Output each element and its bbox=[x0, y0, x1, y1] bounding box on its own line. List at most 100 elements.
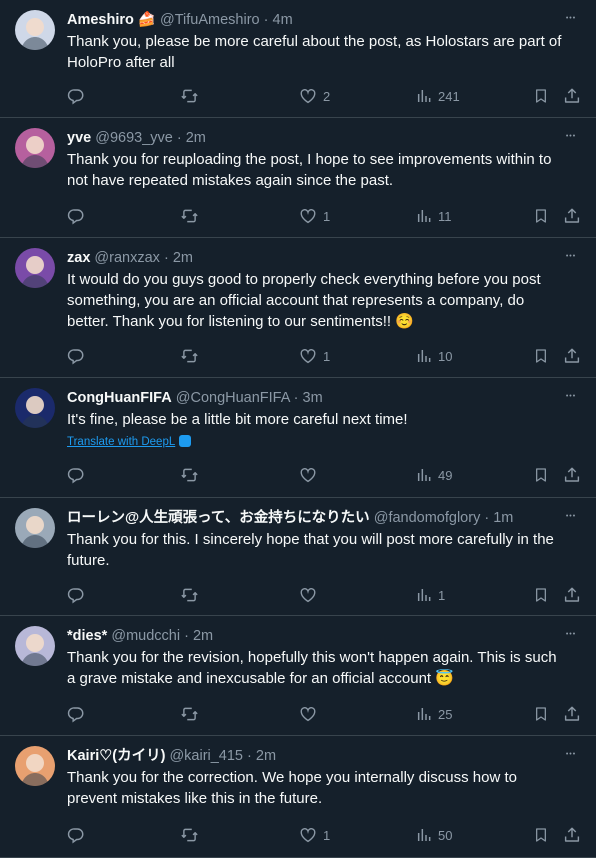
user-handle[interactable]: @CongHuanFIFA bbox=[176, 390, 290, 406]
bookmark-button[interactable] bbox=[533, 704, 549, 724]
bookmark-button[interactable] bbox=[533, 465, 549, 485]
avatar[interactable] bbox=[15, 10, 55, 50]
timestamp[interactable]: 2m bbox=[256, 748, 276, 764]
more-icon[interactable]: ••• bbox=[560, 745, 582, 765]
share-button[interactable] bbox=[563, 465, 581, 485]
tweet-actions: 1 50 bbox=[67, 825, 582, 845]
translate-link[interactable]: Translate with DeepL bbox=[67, 435, 192, 448]
bookmark-button[interactable] bbox=[533, 585, 549, 605]
like-button[interactable] bbox=[299, 465, 317, 485]
reply-button[interactable] bbox=[67, 585, 85, 605]
avatar[interactable] bbox=[15, 128, 55, 168]
like-button[interactable]: 1 bbox=[299, 346, 330, 366]
bookmark-button[interactable] bbox=[533, 86, 549, 106]
bookmark-button[interactable] bbox=[533, 206, 549, 226]
more-icon[interactable]: ••• bbox=[560, 127, 582, 147]
like-button[interactable]: 1 bbox=[299, 206, 330, 226]
like-button[interactable]: 1 bbox=[299, 825, 330, 845]
likes-count: 2 bbox=[323, 88, 331, 104]
more-icon[interactable]: ••• bbox=[560, 247, 582, 267]
user-handle[interactable]: @9693_yve bbox=[95, 130, 173, 146]
bookmark-icon bbox=[533, 586, 549, 604]
retweet-button[interactable] bbox=[180, 825, 199, 845]
avatar[interactable] bbox=[15, 508, 55, 548]
reply-tweet[interactable]: *dies* @mudcchi · 2m ••• Thank you for the… bbox=[0, 616, 596, 736]
share-button[interactable] bbox=[563, 585, 581, 605]
user-handle[interactable]: @kairi_415 bbox=[169, 748, 243, 764]
reply-button[interactable] bbox=[67, 465, 85, 485]
views-count: 11 bbox=[438, 208, 452, 224]
retweet-button[interactable] bbox=[180, 206, 199, 226]
reply-button[interactable] bbox=[67, 825, 85, 845]
reply-tweet[interactable]: CongHuanFIFA @CongHuanFIFA · 3m ••• It's f… bbox=[0, 378, 596, 498]
retweet-button[interactable] bbox=[180, 346, 199, 366]
display-name[interactable]: Ameshiro bbox=[67, 12, 134, 28]
user-handle[interactable]: @mudcchi bbox=[111, 628, 180, 644]
reply-icon bbox=[67, 87, 85, 105]
views-button[interactable]: 11 bbox=[416, 206, 452, 226]
avatar[interactable] bbox=[15, 746, 55, 786]
views-button[interactable]: 10 bbox=[416, 346, 452, 366]
reply-button[interactable] bbox=[67, 346, 85, 366]
views-button[interactable]: 241 bbox=[416, 86, 460, 106]
share-button[interactable] bbox=[563, 206, 581, 226]
views-count: 50 bbox=[438, 827, 453, 843]
bookmark-button[interactable] bbox=[533, 825, 549, 845]
share-button[interactable] bbox=[563, 825, 581, 845]
reply-button[interactable] bbox=[67, 704, 85, 724]
tweet-text-line: better. Thank you for listening to our s… bbox=[67, 311, 577, 332]
timestamp[interactable]: 2m bbox=[173, 250, 193, 266]
more-icon[interactable]: ••• bbox=[560, 625, 582, 645]
like-button[interactable] bbox=[299, 585, 317, 605]
timestamp[interactable]: 3m bbox=[303, 390, 323, 406]
timestamp[interactable]: 1m bbox=[493, 510, 513, 526]
retweet-button[interactable] bbox=[180, 86, 199, 106]
user-handle[interactable]: @fandomofglory bbox=[374, 510, 481, 526]
share-button[interactable] bbox=[563, 704, 581, 724]
retweet-button[interactable] bbox=[180, 465, 199, 485]
more-icon[interactable]: ••• bbox=[560, 9, 582, 29]
display-name[interactable]: Kairi♡(カイリ) bbox=[67, 748, 165, 764]
avatar[interactable] bbox=[15, 248, 55, 288]
reply-tweet[interactable]: Kairi♡(カイリ) @kairi_415 · 2m ••• Thank you … bbox=[0, 736, 596, 858]
reply-tweet[interactable]: yve @9693_yve · 2m ••• Thank you for reupl… bbox=[0, 118, 596, 238]
retweet-button[interactable] bbox=[180, 585, 199, 605]
like-button[interactable]: 2 bbox=[299, 86, 330, 106]
share-button[interactable] bbox=[563, 346, 581, 366]
avatar[interactable] bbox=[15, 626, 55, 666]
share-button[interactable] bbox=[563, 86, 581, 106]
avatar[interactable] bbox=[15, 388, 55, 428]
user-handle[interactable]: @TifuAmeshiro bbox=[160, 12, 260, 28]
views-button[interactable]: 1 bbox=[416, 585, 445, 605]
display-name[interactable]: ローレン@人生頑張って、お金持ちになりたい bbox=[67, 510, 370, 526]
reply-tweet[interactable]: Ameshiro 🍰 @TifuAmeshiro · 4m ••• Thank yo… bbox=[0, 0, 596, 118]
timestamp[interactable]: 4m bbox=[273, 12, 293, 28]
timestamp[interactable]: 2m bbox=[186, 130, 206, 146]
views-button[interactable]: 25 bbox=[416, 704, 452, 724]
views-button[interactable]: 50 bbox=[416, 825, 452, 845]
display-name[interactable]: zax bbox=[67, 250, 90, 266]
reply-tweet[interactable]: ローレン@人生頑張って、お金持ちになりたい @fandomofglory · 1… bbox=[0, 498, 596, 616]
tweet-header: yve @9693_yve · 2m bbox=[67, 128, 546, 148]
tweet-text: Thank you, please be more careful about … bbox=[67, 31, 577, 73]
views-button[interactable]: 49 bbox=[416, 465, 452, 485]
separator-dot: · bbox=[243, 748, 256, 764]
tweet-text-line-content: Thank you for reuploading the post, I ho… bbox=[67, 151, 552, 168]
like-button[interactable] bbox=[299, 704, 317, 724]
bookmark-button[interactable] bbox=[533, 346, 549, 366]
display-name[interactable]: yve bbox=[67, 130, 91, 146]
more-icon[interactable]: ••• bbox=[560, 507, 582, 527]
more-icon[interactable]: ••• bbox=[560, 387, 582, 407]
tweet-text: Thank you for the revision, hopefully th… bbox=[67, 647, 577, 689]
display-name[interactable]: *dies* bbox=[67, 628, 107, 644]
retweet-icon bbox=[180, 207, 199, 225]
retweet-button[interactable] bbox=[180, 704, 199, 724]
reply-button[interactable] bbox=[67, 206, 85, 226]
reply-tweet[interactable]: zax @ranxzax · 2m ••• It would do you guys… bbox=[0, 238, 596, 378]
reply-button[interactable] bbox=[67, 86, 85, 106]
display-name[interactable]: CongHuanFIFA bbox=[67, 390, 172, 406]
tweet-header: zax @ranxzax · 2m bbox=[67, 248, 546, 268]
like-icon bbox=[299, 347, 317, 365]
timestamp[interactable]: 2m bbox=[193, 628, 213, 644]
user-handle[interactable]: @ranxzax bbox=[94, 250, 160, 266]
